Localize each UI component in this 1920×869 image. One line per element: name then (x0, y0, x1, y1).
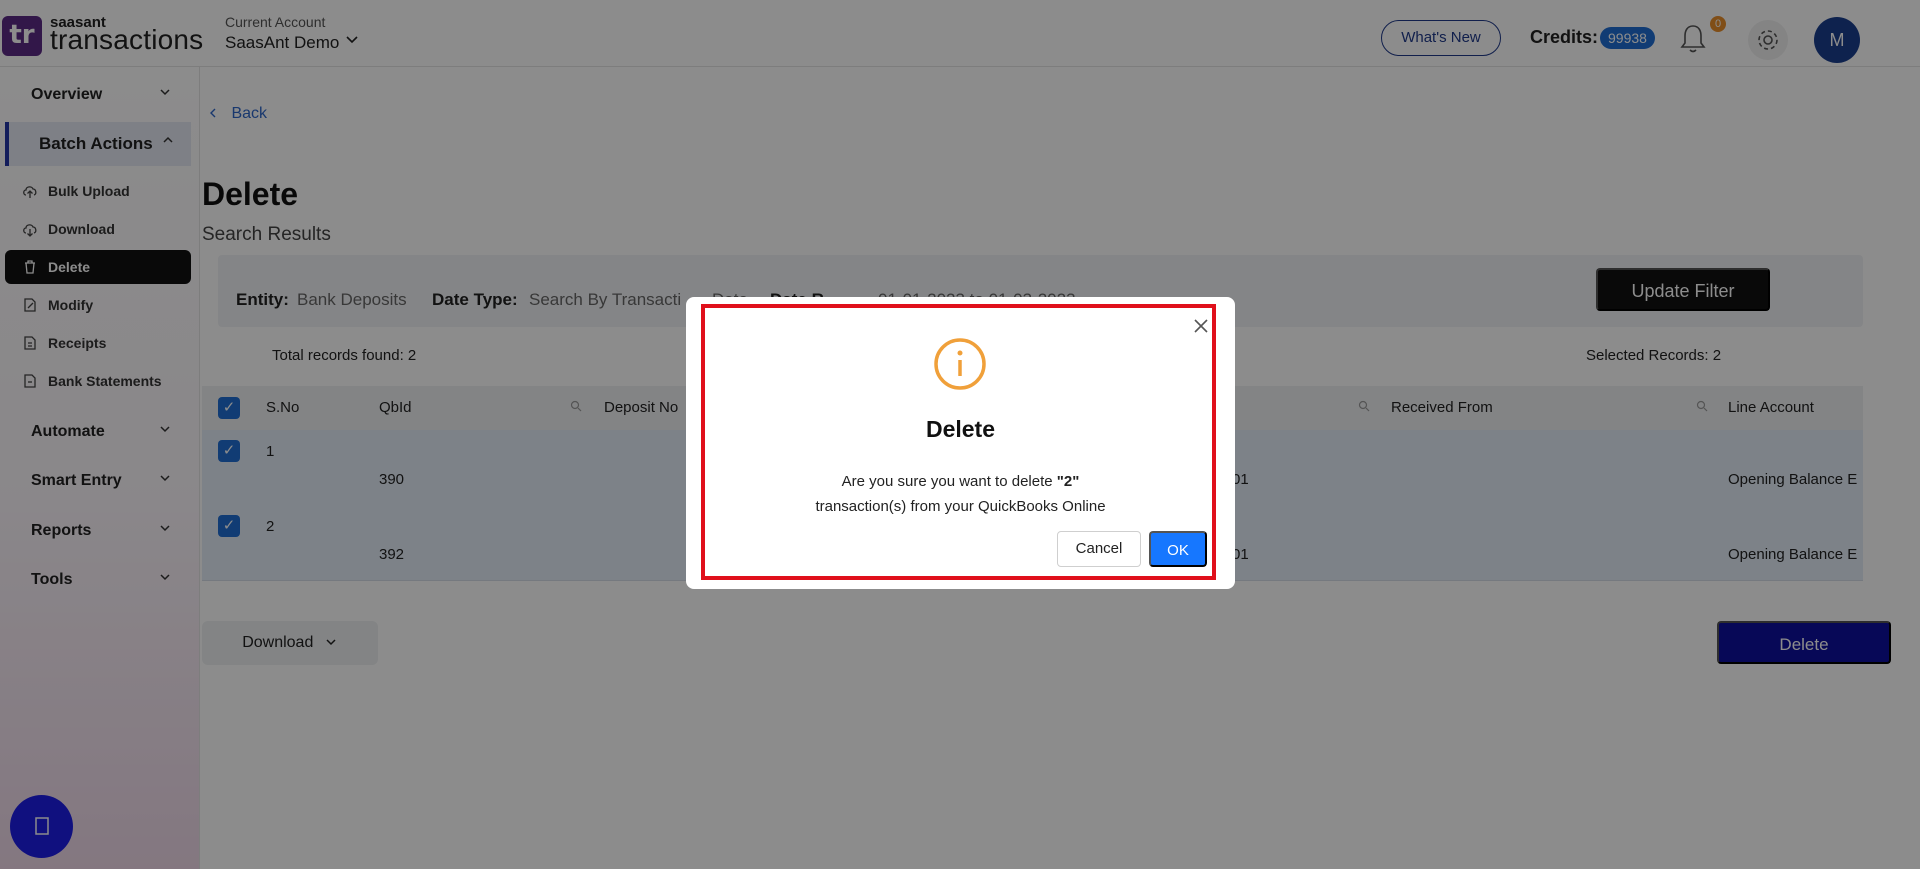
dialog-message-line2: transaction(s) from your QuickBooks Onli… (815, 498, 1106, 515)
dialog-message-count: "2" (1056, 473, 1080, 490)
dialog-message-text: Are you sure you want to delete (841, 473, 1057, 490)
dialog-title: Delete (925, 416, 996, 442)
cancel-button[interactable]: Cancel (1057, 531, 1141, 567)
close-icon[interactable] (1192, 317, 1210, 335)
dialog-message: Are you sure you want to delete "2" tran… (686, 469, 1235, 519)
info-icon (934, 338, 986, 390)
delete-confirm-dialog: Delete Are you sure you want to delete "… (686, 297, 1235, 589)
ok-button[interactable]: OK (1149, 531, 1207, 567)
